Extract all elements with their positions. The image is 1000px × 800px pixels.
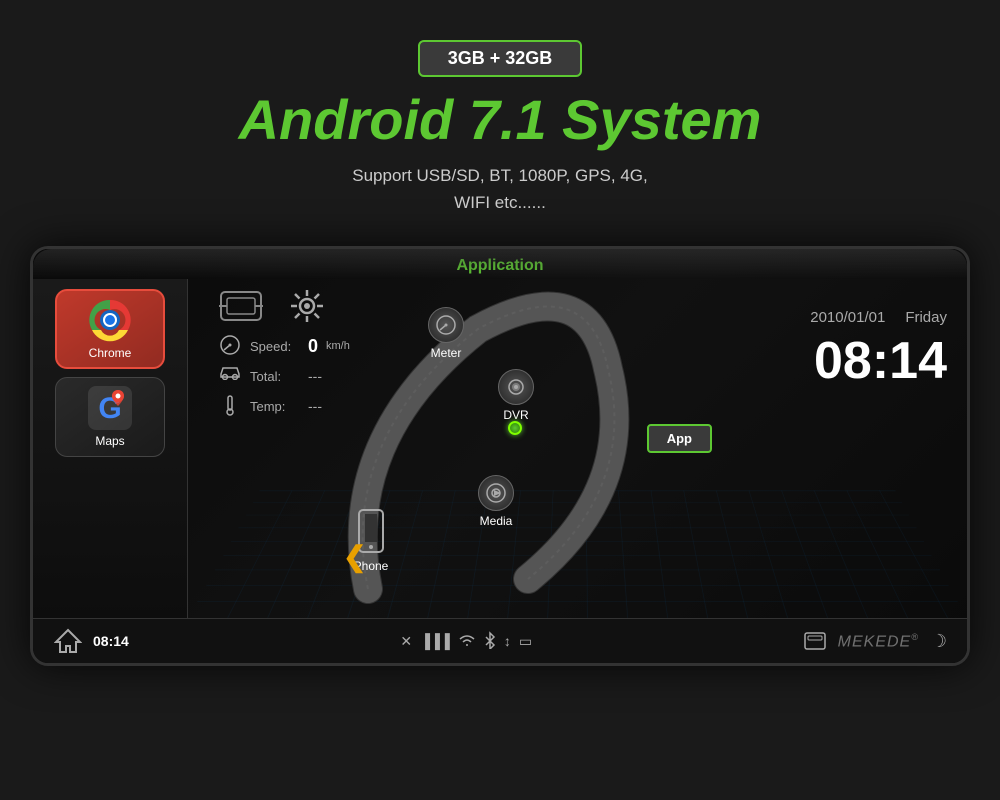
speed-label: Speed: xyxy=(250,339,300,354)
subtitle-line1: Support USB/SD, BT, 1080P, GPS, 4G, xyxy=(352,162,647,189)
wifi-icon xyxy=(458,633,476,650)
datetime-section: 2010/01/01 Friday 08:14 xyxy=(810,309,947,391)
car-icon-row xyxy=(218,287,330,325)
main-content: Chrome G Maps xyxy=(33,279,967,618)
gear-icon xyxy=(289,288,325,324)
bluetooth-icon xyxy=(484,631,496,652)
maps-icon: G xyxy=(88,386,132,430)
main-title: Android 7.1 System xyxy=(239,87,762,152)
back-button[interactable]: ❮ xyxy=(343,540,366,573)
bottom-left: 08:14 xyxy=(53,626,129,656)
date-row: 2010/01/01 Friday xyxy=(810,309,947,326)
close-icon: ✕ xyxy=(400,633,412,650)
meter-label: Meter xyxy=(431,346,462,360)
speedometer-icon xyxy=(218,334,242,358)
window-icon xyxy=(804,632,826,650)
home-icon xyxy=(54,628,82,654)
arc-active-dot xyxy=(508,421,522,435)
bottom-time: 08:14 xyxy=(93,633,129,649)
storage-badge: 3GB + 32GB xyxy=(418,40,583,77)
speed-value: 0 xyxy=(308,336,318,357)
speed-row: Speed: 0 km/h xyxy=(218,334,350,358)
chrome-icon xyxy=(88,298,132,342)
thermometer-icon xyxy=(218,394,242,418)
app-title-bar: Application xyxy=(33,249,967,279)
dvr-menu-item[interactable]: DVR xyxy=(498,369,534,422)
subtitle-line2: WIFI etc...... xyxy=(352,189,647,216)
status-icons: ✕ ▐▐▐ ↕ ▭ xyxy=(400,631,532,652)
back-arrow-icon: ❮ xyxy=(343,541,366,572)
day-text: Friday xyxy=(905,309,947,326)
media-label: Media xyxy=(480,514,513,528)
meter-icon xyxy=(428,307,464,343)
battery-icon: ▭ xyxy=(519,633,532,650)
dashboard-overlay: Speed: 0 km/h xyxy=(188,279,967,618)
total-value: --- xyxy=(308,368,322,384)
date-text: 2010/01/01 xyxy=(810,309,885,326)
steering-icon xyxy=(219,288,263,324)
bottom-bar: 08:14 ✕ ▐▐▐ ↕ xyxy=(33,618,967,663)
chrome-app-label: Chrome xyxy=(89,346,132,360)
chrome-app-icon[interactable]: Chrome xyxy=(55,289,165,369)
time-display: 08:14 xyxy=(810,331,947,391)
app-title-text: Application xyxy=(456,257,543,274)
steering-icon-area xyxy=(218,287,264,325)
maps-app-label: Maps xyxy=(95,434,124,448)
app-button[interactable]: App xyxy=(647,424,712,453)
media-menu-item[interactable]: Media xyxy=(478,475,514,528)
maps-app-icon[interactable]: G Maps xyxy=(55,377,165,457)
total-row: Total: --- xyxy=(218,364,350,388)
total-label: Total: xyxy=(250,369,300,384)
left-sidebar: Chrome G Maps xyxy=(33,279,188,618)
speed-unit: km/h xyxy=(326,340,350,352)
home-button[interactable] xyxy=(53,626,83,656)
media-icon xyxy=(478,475,514,511)
dashboard-area: Speed: 0 km/h xyxy=(188,279,967,618)
antenna-icon: ↕ xyxy=(504,633,511,649)
night-mode-icon[interactable]: ☽ xyxy=(931,631,947,652)
top-section: 3GB + 32GB Android 7.1 System Support US… xyxy=(0,0,1000,236)
dvr-label: DVR xyxy=(503,408,528,422)
dvr-icon xyxy=(498,369,534,405)
bottom-right: MEKEDE® ☽ xyxy=(804,631,947,652)
mekede-logo: MEKEDE® xyxy=(838,632,919,651)
screen-inner: Application Chr xyxy=(33,249,967,663)
screen-wrapper: Application Chr xyxy=(30,246,970,666)
subtitle: Support USB/SD, BT, 1080P, GPS, 4G, WIFI… xyxy=(352,162,647,216)
gear-icon-area[interactable] xyxy=(284,287,330,325)
temp-label: Temp: xyxy=(250,399,300,414)
car-small-icon xyxy=(218,364,242,388)
reg-mark: ® xyxy=(911,632,919,642)
signal-icon: ▐▐▐ xyxy=(420,633,450,649)
meter-menu-item[interactable]: Meter xyxy=(428,307,464,360)
temp-row: Temp: --- xyxy=(218,394,350,418)
speed-section: Speed: 0 km/h xyxy=(218,334,350,424)
temp-value: --- xyxy=(308,398,322,414)
